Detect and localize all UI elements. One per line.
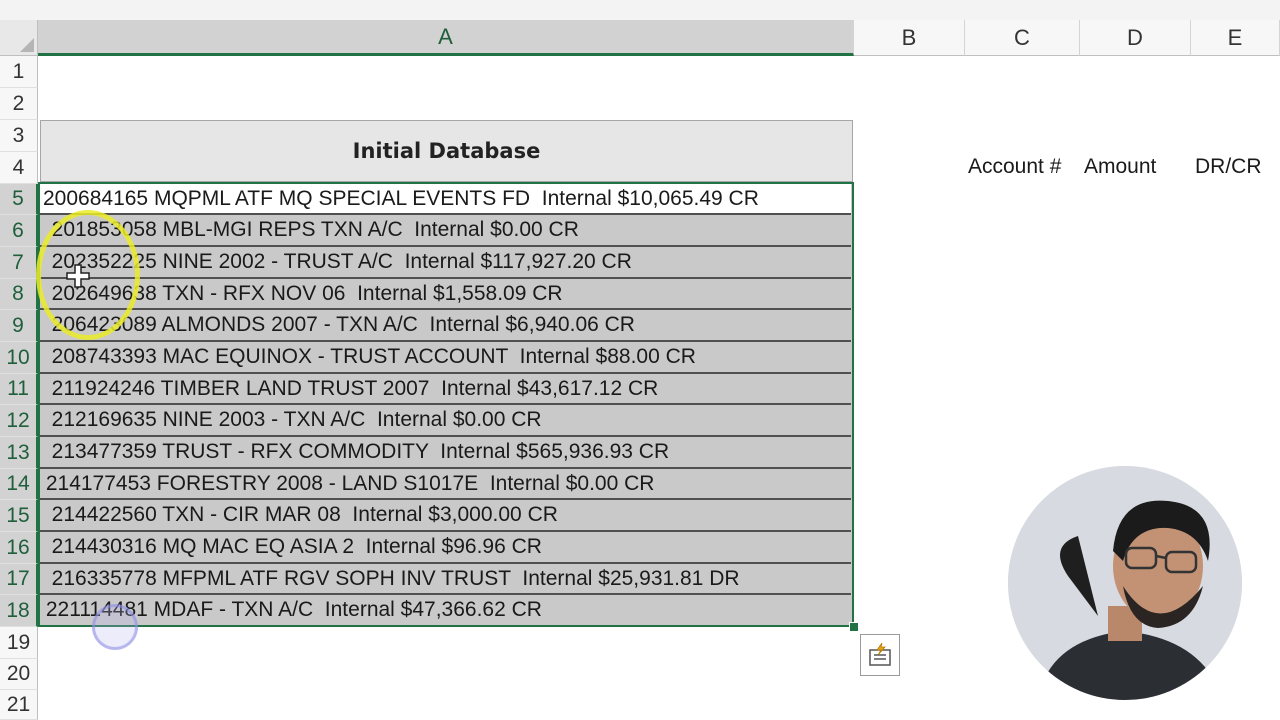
column-label: A <box>438 23 453 49</box>
row-label: 17 <box>6 567 30 590</box>
row-label: 9 <box>12 313 24 337</box>
data-row-11[interactable]: 211924246 TIMBER LAND TRUST 2007 Interna… <box>40 374 851 405</box>
row-header-1[interactable]: 1 <box>0 56 38 88</box>
row-label: 5 <box>12 187 24 210</box>
data-row-18[interactable]: 221114481 MDAF - TXN A/C Internal $47,36… <box>40 595 851 625</box>
click-indicator <box>92 604 138 650</box>
row-label: 15 <box>6 503 30 527</box>
presenter-webcam <box>1008 466 1242 700</box>
row-header-12[interactable]: 12 <box>0 405 38 437</box>
account-number-header[interactable]: Account # <box>968 155 1061 179</box>
row-label: 19 <box>6 630 31 654</box>
data-row-17[interactable]: 216335778 MFPML ATF RGV SOPH INV TRUST I… <box>40 564 851 595</box>
fill-handle[interactable] <box>849 622 859 632</box>
select-all-button[interactable] <box>0 20 38 56</box>
row-header-17[interactable]: 17 <box>0 564 38 595</box>
data-row-14[interactable]: 214177453 FORESTRY 2008 - LAND S1017E In… <box>40 469 851 500</box>
quick-analysis-icon <box>869 642 891 666</box>
data-row-12[interactable]: 212169635 NINE 2003 - TXN A/C Internal $… <box>40 405 851 437</box>
quick-analysis-button[interactable] <box>860 634 900 676</box>
column-header-e[interactable]: E <box>1191 20 1280 56</box>
crosshair-cursor-icon <box>66 264 90 288</box>
data-row-7[interactable]: 202352225 NINE 2002 - TRUST A/C Internal… <box>40 247 851 279</box>
column-label: C <box>1014 24 1030 50</box>
row-label: 1 <box>12 59 25 83</box>
row-header-11[interactable]: 11 <box>0 374 38 405</box>
select-all-triangle-icon <box>20 38 34 52</box>
table-title: Initial Database <box>352 139 541 163</box>
row-header-18[interactable]: 18 <box>0 595 38 627</box>
row-header-10[interactable]: 10 <box>0 342 38 374</box>
data-row-13[interactable]: 213477359 TRUST - RFX COMMODITY Internal… <box>40 437 851 469</box>
title-cell[interactable]: Initial Database <box>40 120 853 182</box>
row-label: 16 <box>6 535 30 559</box>
data-row-9[interactable]: 206423089 ALMONDS 2007 - TXN A/C Interna… <box>40 310 851 342</box>
row-label: 2 <box>12 91 25 115</box>
ribbon-edge <box>0 0 1280 21</box>
row-header-16[interactable]: 16 <box>0 532 38 564</box>
row-header-15[interactable]: 15 <box>0 500 38 532</box>
presenter-avatar <box>1008 466 1242 700</box>
column-header-c[interactable]: C <box>965 20 1080 56</box>
data-row-10[interactable]: 208743393 MAC EQUINOX - TRUST ACCOUNT In… <box>40 342 851 374</box>
column-label: D <box>1127 24 1143 50</box>
column-label: E <box>1227 24 1243 50</box>
row-label: 4 <box>12 155 25 179</box>
row-label: 20 <box>6 662 31 685</box>
column-label: B <box>901 24 917 50</box>
data-row-6[interactable]: 201853058 MBL-MGI REPS TXN A/C Internal … <box>40 215 851 247</box>
row-label: 18 <box>6 598 30 622</box>
row-header-5[interactable]: 5 <box>0 184 38 215</box>
amount-header[interactable]: Amount <box>1084 155 1156 179</box>
row-header-3[interactable]: 3 <box>0 120 38 152</box>
row-label: 8 <box>12 282 24 305</box>
row-label: 12 <box>6 408 30 432</box>
row-label: 6 <box>12 218 24 242</box>
data-row-5[interactable]: 200684165 MQPML ATF MQ SPECIAL EVENTS FD… <box>40 184 851 215</box>
row-header-8[interactable]: 8 <box>0 279 38 310</box>
row-header-4[interactable]: 4 <box>0 152 38 184</box>
data-row-16[interactable]: 214430316 MQ MAC EQ ASIA 2 Internal $96.… <box>40 532 851 564</box>
row-header-7[interactable]: 7 <box>0 247 38 279</box>
row-label: 7 <box>12 250 24 274</box>
row-header-19[interactable]: 19 <box>0 627 38 659</box>
row-label: 21 <box>6 692 31 716</box>
row-header-21[interactable]: 21 <box>0 690 38 720</box>
row-header-2[interactable]: 2 <box>0 88 38 120</box>
row-header-20[interactable]: 20 <box>0 659 38 690</box>
row-label: 13 <box>6 440 30 464</box>
dr-cr-header[interactable]: DR/CR <box>1195 155 1262 179</box>
row-header-9[interactable]: 9 <box>0 310 38 342</box>
data-row-8[interactable]: 202649638 TXN - RFX NOV 06 Internal $1,5… <box>40 279 851 310</box>
row-label: 3 <box>12 123 25 147</box>
row-label: 11 <box>7 377 29 400</box>
column-header-b[interactable]: B <box>854 20 965 56</box>
row-header-6[interactable]: 6 <box>0 215 38 247</box>
column-header-d[interactable]: D <box>1080 20 1191 56</box>
row-label: 14 <box>6 472 30 495</box>
column-header-a[interactable]: A <box>38 20 854 56</box>
row-label: 10 <box>6 345 30 369</box>
row-header-14[interactable]: 14 <box>0 469 38 500</box>
data-row-15[interactable]: 214422560 TXN - CIR MAR 08 Internal $3,0… <box>40 500 851 532</box>
row-header-13[interactable]: 13 <box>0 437 38 469</box>
